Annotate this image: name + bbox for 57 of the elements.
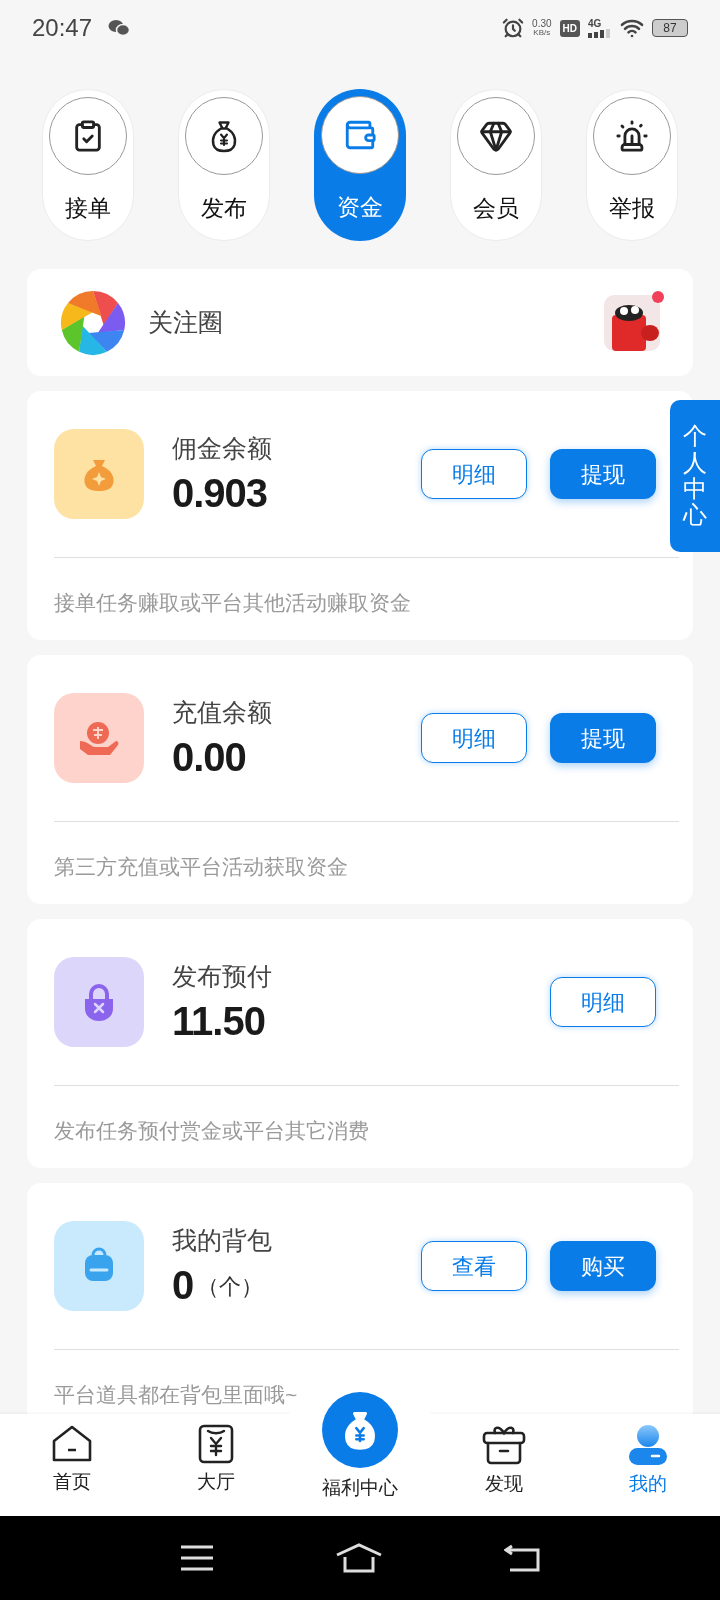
battery-icon: 87 bbox=[652, 19, 688, 37]
outline-button[interactable]: 明细 bbox=[550, 977, 656, 1027]
clock-time: 20:47 bbox=[32, 13, 93, 43]
balance-title: 发布预付 bbox=[172, 961, 273, 992]
balance-amount: 0.00 bbox=[172, 734, 246, 781]
home-icon[interactable] bbox=[335, 1543, 383, 1573]
nav-tab[interactable]: 大厅 bbox=[144, 1414, 288, 1516]
pouch-icon bbox=[54, 429, 144, 519]
balance-description: 接单任务赚取或平台其他活动赚取资金 bbox=[54, 590, 412, 616]
category-tab[interactable]: 举报 bbox=[586, 89, 678, 241]
signal-icon bbox=[588, 28, 612, 38]
network-speed: 0.30 bbox=[532, 19, 552, 29]
balance-unit: （个） bbox=[197, 1273, 264, 1301]
follow-circle-label: 关注圈 bbox=[148, 306, 224, 338]
alarm-clock-icon bbox=[502, 17, 525, 39]
category-tab[interactable]: 发布 bbox=[178, 89, 270, 241]
personal-center-tab[interactable]: 个人中心 bbox=[670, 400, 720, 552]
category-tab[interactable]: 资金 bbox=[314, 89, 406, 241]
nav-tab[interactable]: 首页 bbox=[0, 1414, 144, 1516]
network-type: 4G bbox=[588, 18, 603, 29]
balance-title: 佣金余额 bbox=[172, 433, 273, 464]
category-tab[interactable]: 会员 bbox=[450, 89, 542, 241]
hd-badge: HD bbox=[559, 19, 580, 37]
outline-button[interactable]: 明细 bbox=[421, 713, 527, 763]
back-icon[interactable] bbox=[503, 1544, 540, 1572]
menu-icon[interactable] bbox=[180, 1545, 215, 1571]
network-speed-unit: KB/s bbox=[533, 29, 551, 37]
wallet-icon bbox=[343, 118, 377, 152]
lock-icon bbox=[54, 957, 144, 1047]
primary-button[interactable]: 购买 bbox=[550, 1241, 656, 1291]
nav-tab[interactable]: 福利中心 bbox=[310, 1392, 410, 1516]
backpack-icon bbox=[54, 1221, 144, 1311]
balance-amount: 0.903 bbox=[172, 470, 268, 517]
aperture-logo-icon bbox=[60, 289, 126, 356]
house-icon bbox=[51, 1424, 93, 1464]
outline-button[interactable]: 明细 bbox=[421, 449, 527, 499]
nav-tab[interactable]: 我的 bbox=[576, 1414, 720, 1516]
balance-description: 发布任务预付赏金或平台其它消费 bbox=[54, 1118, 370, 1144]
outline-button[interactable]: 查看 bbox=[421, 1241, 527, 1291]
diamond-icon bbox=[479, 119, 513, 153]
category-tab[interactable]: 接单 bbox=[42, 89, 134, 241]
primary-button[interactable]: 提现 bbox=[550, 449, 656, 499]
balance-description: 第三方充值或平台活动获取资金 bbox=[54, 854, 349, 880]
yen-receipt-icon bbox=[196, 1424, 236, 1464]
siren-icon bbox=[615, 119, 649, 153]
follow-circle-card[interactable]: 关注圈 bbox=[27, 269, 693, 376]
balance-description: 平台道具都在背包里面哦~ bbox=[54, 1382, 299, 1408]
coin-hand-icon bbox=[54, 693, 144, 783]
gift-box-icon bbox=[481, 1424, 527, 1466]
balance-amount: 0 bbox=[172, 1262, 194, 1309]
balance-amount: 11.50 bbox=[172, 998, 265, 1045]
primary-button[interactable]: 提现 bbox=[550, 713, 656, 763]
user-icon bbox=[628, 1424, 668, 1466]
balance-title: 我的背包 bbox=[172, 1225, 273, 1256]
chat-bubbles-icon bbox=[108, 19, 131, 37]
nav-tab[interactable]: 发现 bbox=[432, 1414, 576, 1516]
balance-title: 充值余额 bbox=[172, 697, 273, 728]
